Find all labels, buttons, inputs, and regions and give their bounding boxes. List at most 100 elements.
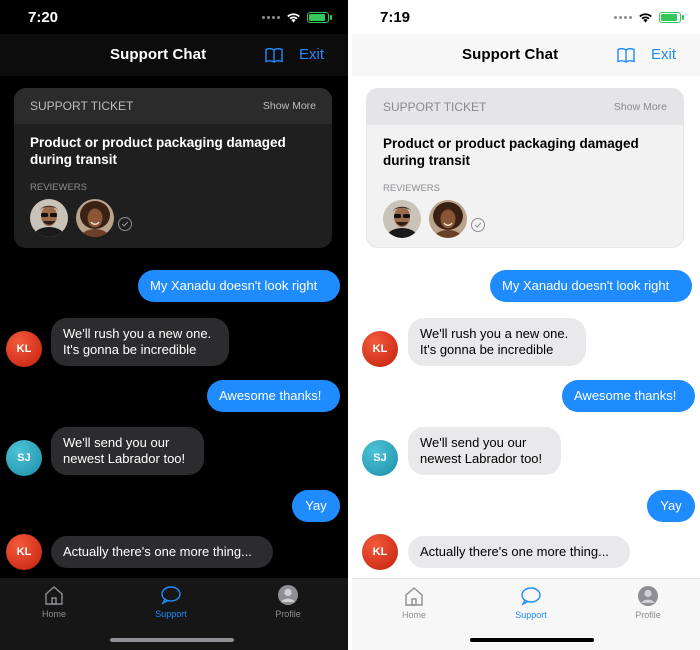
message-bubble-incoming[interactable]: Actually there's one more thing...: [51, 536, 273, 568]
reviewer-avatar-man[interactable]: [383, 200, 421, 238]
message-text: Yay: [305, 498, 327, 513]
status-bar: 7:19: [352, 0, 700, 34]
message-line: newest Labrador too!: [63, 451, 186, 466]
tab-label: Profile: [635, 610, 661, 620]
message-text: Yay: [660, 498, 682, 513]
message-line: We'll send you our: [63, 435, 170, 450]
tab-profile[interactable]: Profile: [608, 585, 688, 620]
tab-support[interactable]: Support: [131, 584, 211, 619]
exit-button[interactable]: Exit: [651, 34, 676, 76]
person-icon: [638, 586, 658, 606]
status-time: 7:19: [380, 8, 411, 26]
tab-label: Support: [515, 610, 547, 620]
tab-bar: Home Support Profile: [0, 578, 348, 650]
message-line: We'll send you our: [420, 435, 527, 450]
signal-dots-icon: [614, 15, 632, 19]
tab-support[interactable]: Support: [491, 585, 571, 620]
screens-comparison: 7:20 Support Chat Exit SUPPORT TICKET Sh…: [0, 0, 700, 650]
signal-dots-icon: [262, 15, 280, 19]
navigation-bar: Support Chat Exit: [0, 34, 348, 76]
avatar-kl[interactable]: KL: [362, 331, 398, 367]
message-line: We'll rush you a new one.: [420, 326, 569, 341]
status-bar: 7:20: [0, 0, 348, 34]
chat-bubble-icon: [521, 587, 541, 606]
reviewers-list: [14, 193, 332, 237]
message-text: Awesome thanks!: [574, 388, 677, 403]
message-line: newest Labrador too!: [420, 451, 543, 466]
support-ticket-card: SUPPORT TICKET Show More Product or prod…: [366, 88, 684, 248]
message-bubble-incoming[interactable]: We'll send you our newest Labrador too!: [408, 427, 561, 475]
battery-cap: [682, 14, 684, 20]
status-time: 7:20: [28, 8, 59, 26]
tab-bar: Home Support Profile: [352, 578, 700, 650]
message-text: My Xanadu doesn't look right: [502, 278, 670, 293]
wifi-icon: [287, 12, 300, 22]
ticket-title: Product or product packaging damaged dur…: [383, 136, 639, 168]
message-bubble-outgoing[interactable]: Yay: [647, 490, 695, 522]
reviewers-label: REVIEWERS: [30, 182, 88, 193]
tab-label: Support: [155, 609, 187, 619]
message-bubble-incoming[interactable]: We'll rush you a new one. It's gonna be …: [51, 318, 229, 366]
show-more-button[interactable]: Show More: [614, 101, 667, 113]
message-text: Awesome thanks!: [219, 388, 322, 403]
home-indicator[interactable]: [110, 638, 234, 642]
avatar-kl[interactable]: KL: [6, 534, 42, 570]
show-more-button[interactable]: Show More: [263, 100, 316, 112]
battery-cap: [330, 14, 332, 20]
message-text: Actually there's one more thing...: [420, 544, 609, 559]
ticket-title: Product or product packaging damaged dur…: [30, 135, 286, 167]
avatar-sj[interactable]: SJ: [362, 440, 398, 476]
message-bubble-incoming[interactable]: We'll rush you a new one. It's gonna be …: [408, 318, 586, 366]
message-bubble-incoming[interactable]: We'll send you our newest Labrador too!: [51, 427, 204, 475]
dark-mode-screen: 7:20 Support Chat Exit SUPPORT TICKET Sh…: [0, 0, 348, 650]
house-icon: [405, 587, 423, 606]
message-line: We'll rush you a new one.: [63, 326, 212, 341]
ticket-header-label: SUPPORT TICKET: [383, 100, 487, 114]
nav-title: Support Chat: [110, 46, 207, 63]
book-icon[interactable]: [617, 47, 635, 63]
battery-icon: [659, 11, 681, 23]
message-text: My Xanadu doesn't look right: [150, 278, 318, 293]
tab-label: Profile: [275, 609, 301, 619]
message-bubble-outgoing[interactable]: Yay: [292, 490, 340, 522]
tab-label: Home: [401, 610, 426, 620]
wifi-icon: [639, 12, 652, 22]
tab-home[interactable]: Home: [374, 585, 454, 620]
message-bubble-incoming[interactable]: Actually there's one more thing...: [408, 536, 630, 568]
approved-check-icon: [118, 217, 132, 231]
navigation-bar: Support Chat Exit: [352, 34, 700, 76]
status-icons: [262, 11, 332, 23]
message-line: It's gonna be incredible: [63, 342, 197, 357]
ticket-header: SUPPORT TICKET Show More: [367, 89, 683, 125]
reviewers-label: REVIEWERS: [383, 183, 441, 194]
tab-home[interactable]: Home: [14, 584, 94, 619]
avatar-kl[interactable]: KL: [362, 534, 398, 570]
reviewer-avatar-man[interactable]: [30, 199, 68, 237]
avatar-kl[interactable]: KL: [6, 331, 42, 367]
ticket-header-label: SUPPORT TICKET: [30, 99, 134, 113]
message-text: Actually there's one more thing...: [63, 544, 252, 559]
house-icon: [45, 586, 63, 605]
message-line: It's gonna be incredible: [420, 342, 554, 357]
home-indicator[interactable]: [470, 638, 594, 642]
message-bubble-outgoing[interactable]: Awesome thanks!: [207, 380, 340, 412]
message-bubble-outgoing[interactable]: My Xanadu doesn't look right: [490, 270, 692, 302]
reviewer-avatar-woman[interactable]: [76, 199, 114, 237]
message-bubble-outgoing[interactable]: Awesome thanks!: [562, 380, 695, 412]
message-bubble-outgoing[interactable]: My Xanadu doesn't look right: [138, 270, 340, 302]
chat-bubble-icon: [161, 586, 181, 605]
tab-profile[interactable]: Profile: [248, 584, 328, 619]
nav-title: Support Chat: [462, 46, 559, 63]
book-icon[interactable]: [265, 47, 283, 63]
reviewer-avatar-woman[interactable]: [429, 200, 467, 238]
support-ticket-card: SUPPORT TICKET Show More Product or prod…: [14, 88, 332, 248]
status-icons: [614, 11, 684, 23]
ticket-header: SUPPORT TICKET Show More: [14, 88, 332, 124]
light-mode-screen: 7:19 Support Chat Exit SUPPORT TICKET Sh…: [352, 0, 700, 650]
person-icon: [278, 585, 298, 605]
exit-button[interactable]: Exit: [299, 34, 324, 76]
tab-label: Home: [41, 609, 66, 619]
avatar-sj[interactable]: SJ: [6, 440, 42, 476]
battery-icon: [307, 11, 329, 23]
reviewers-list: [367, 194, 683, 238]
